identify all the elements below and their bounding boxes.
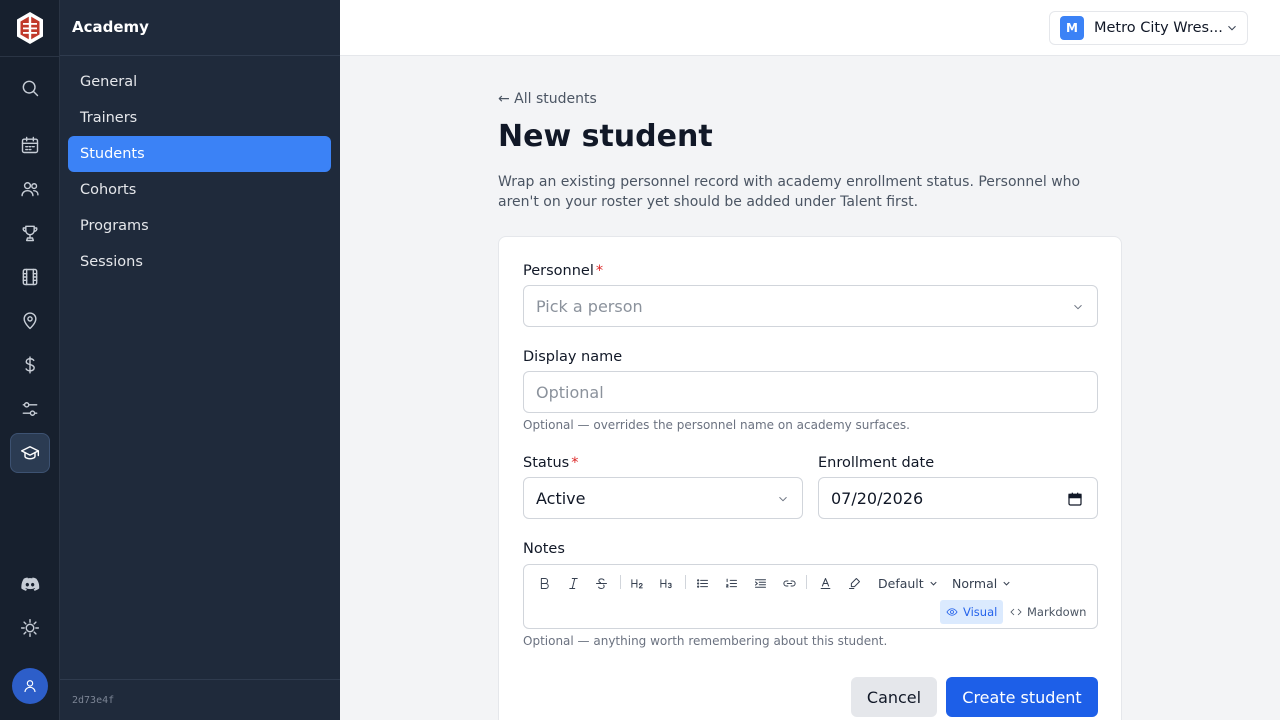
status-value: Active	[536, 488, 586, 508]
trophy-icon[interactable]	[10, 213, 50, 253]
settings-icon[interactable]	[10, 608, 50, 648]
users-icon[interactable]	[10, 169, 50, 209]
sidebar-divider	[60, 55, 340, 56]
font-family-select[interactable]: Default	[878, 572, 939, 594]
sliders-icon[interactable]	[10, 389, 50, 429]
film-icon[interactable]	[10, 257, 50, 297]
markdown-mode-label: Markdown	[1027, 605, 1087, 619]
calendar-icon[interactable]	[1067, 491, 1083, 507]
required-mark: *	[595, 263, 604, 279]
notes-hint: Optional — anything worth remembering ab…	[523, 634, 888, 648]
text-size-select[interactable]: Normal	[952, 572, 1012, 594]
calendar-icon[interactable]	[10, 125, 50, 165]
required-mark: *	[571, 455, 579, 471]
map-pin-icon[interactable]	[10, 301, 50, 341]
org-name: Metro City Wres...	[1094, 20, 1222, 36]
code-icon	[1010, 608, 1022, 616]
chevron-down-icon	[779, 496, 787, 502]
org-badge: M	[1060, 16, 1084, 40]
indent-icon[interactable]	[748, 572, 772, 594]
personnel-placeholder: Pick a person	[536, 296, 643, 316]
page-title: New student	[498, 119, 713, 154]
create-student-button[interactable]: Create student	[946, 677, 1098, 717]
org-switcher[interactable]: M Metro City Wres...	[1049, 11, 1248, 45]
display-name-placeholder: Optional	[536, 382, 604, 402]
page-description: Wrap an existing personnel record with a…	[498, 174, 1081, 210]
notes-label: Notes	[523, 541, 565, 557]
visual-mode-toggle[interactable]: Visual	[940, 600, 1004, 624]
sidebar-item-trainers[interactable]: Trainers	[68, 100, 331, 136]
text-color-icon[interactable]	[813, 572, 837, 594]
numbered-list-icon[interactable]	[719, 572, 743, 594]
status-label: Status *	[523, 455, 579, 471]
italic-icon[interactable]	[561, 572, 585, 594]
status-select[interactable]: Active	[523, 477, 803, 519]
sidebar-item-students[interactable]: Students	[68, 136, 331, 172]
sidebar-item-general[interactable]: General	[68, 64, 331, 100]
sidebar-title: Academy	[72, 18, 149, 36]
chevron-down-icon	[1228, 25, 1236, 31]
display-name-label: Display name	[523, 349, 623, 365]
bullet-list-icon[interactable]	[690, 572, 714, 594]
heading-3-icon[interactable]	[654, 572, 678, 594]
enrollment-date-label: Enrollment date	[818, 455, 935, 471]
academy-sidebar: Academy General Trainers Students Cohort…	[60, 0, 340, 720]
top-bar: M Metro City Wres...	[340, 0, 1280, 56]
sidebar-item-sessions[interactable]: Sessions	[68, 244, 331, 280]
chevron-down-icon	[1003, 581, 1010, 586]
eye-icon	[946, 608, 958, 616]
heading-2-icon[interactable]	[625, 572, 649, 594]
display-name-input[interactable]: Optional	[523, 371, 1098, 413]
display-name-hint: Optional — overrides the personnel name …	[523, 418, 910, 432]
discord-icon[interactable]	[10, 564, 50, 604]
enrollment-date-input[interactable]: 07/20/2026	[818, 477, 1098, 519]
graduation-cap-icon[interactable]	[10, 433, 50, 473]
chevron-down-icon	[1074, 304, 1082, 310]
markdown-mode-toggle[interactable]: Markdown	[1004, 600, 1092, 624]
icon-rail	[0, 0, 60, 720]
toolbar-divider	[685, 575, 686, 589]
dollar-icon[interactable]	[10, 345, 50, 385]
strikethrough-icon[interactable]	[589, 572, 613, 594]
sidebar-footer-divider	[60, 679, 340, 680]
visual-mode-label: Visual	[963, 605, 998, 619]
notes-editor[interactable]: Default Normal Visual Markdown	[523, 564, 1098, 629]
sidebar-item-programs[interactable]: Programs	[68, 208, 331, 244]
highlighter-icon[interactable]	[842, 572, 866, 594]
bold-icon[interactable]	[532, 572, 556, 594]
sidebar-nav: General Trainers Students Cohorts Progra…	[68, 64, 331, 280]
link-icon[interactable]	[777, 572, 801, 594]
sidebar-item-cohorts[interactable]: Cohorts	[68, 172, 331, 208]
user-icon	[24, 680, 36, 693]
new-student-form: Personnel * Pick a person Display name Op…	[498, 236, 1122, 720]
personnel-label: Personnel *	[523, 263, 604, 279]
cancel-button[interactable]: Cancel	[851, 677, 937, 717]
enrollment-date-value: 07/20/2026	[831, 488, 924, 508]
back-link[interactable]: ← All students	[498, 91, 597, 107]
build-hash: 2d73e4f	[72, 695, 115, 706]
search-icon[interactable]	[10, 68, 50, 108]
font-family-value: Default	[878, 575, 924, 591]
toolbar-divider	[806, 575, 807, 589]
rail-divider	[0, 56, 60, 57]
personnel-select[interactable]: Pick a person	[523, 285, 1098, 327]
text-size-value: Normal	[952, 575, 998, 591]
toolbar-divider	[620, 575, 621, 589]
user-avatar[interactable]	[12, 668, 48, 704]
logo-icon[interactable]	[15, 11, 45, 45]
chevron-down-icon	[930, 581, 937, 586]
